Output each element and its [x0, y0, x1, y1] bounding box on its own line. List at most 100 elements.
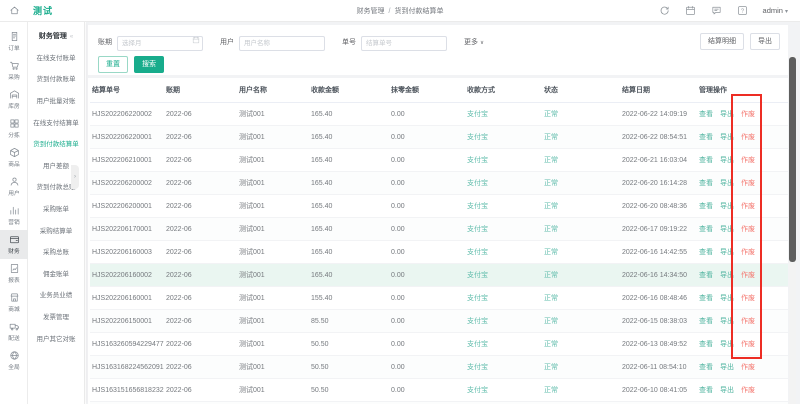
sidebar-item-3[interactable]: 在线支付结算单: [28, 111, 84, 133]
view-link[interactable]: 查看: [699, 203, 713, 210]
cell-amount: 165.40: [309, 149, 389, 172]
filter-input-period[interactable]: [117, 36, 203, 51]
export-link[interactable]: 导出: [720, 157, 734, 164]
rail-item-purchase[interactable]: 采购: [0, 56, 28, 85]
rail-item-mall[interactable]: 商城: [0, 288, 28, 317]
cell-rounding: 0.00: [389, 195, 465, 218]
refresh-icon[interactable]: [659, 5, 670, 16]
help-icon[interactable]: [737, 5, 748, 16]
view-link[interactable]: 查看: [699, 180, 713, 187]
sidebar-item-1[interactable]: 货到付款账单: [28, 68, 84, 90]
scrollbar-track[interactable]: [789, 55, 796, 404]
view-link[interactable]: 查看: [699, 226, 713, 233]
export-link[interactable]: 导出: [720, 226, 734, 233]
sidebar-item-9[interactable]: 采购总账: [28, 240, 84, 262]
void-link[interactable]: 作废: [741, 272, 755, 279]
view-link[interactable]: 查看: [699, 341, 713, 348]
sidebar-item-7[interactable]: 采购账单: [28, 197, 84, 219]
rail-item-finance[interactable]: 财务: [0, 230, 28, 259]
rail-item-delivery[interactable]: 配送: [0, 317, 28, 346]
sidebar-item-8[interactable]: 采购结算单: [28, 219, 84, 241]
view-link[interactable]: 查看: [699, 111, 713, 118]
report-icon: [9, 263, 20, 274]
void-link[interactable]: 作废: [741, 157, 755, 164]
void-link[interactable]: 作废: [741, 387, 755, 394]
view-link[interactable]: 查看: [699, 272, 713, 279]
settlement-table: 结算单号账期用户名称收款金额抹零金额收款方式状态结算日期管理操作 HJS2022…: [90, 78, 788, 404]
export-link[interactable]: 导出: [720, 272, 734, 279]
sidebar-item-4[interactable]: 货到付款结算单: [28, 132, 84, 154]
cell-period: 2022-06: [164, 379, 237, 402]
rail-item-warehouse[interactable]: 库房: [0, 85, 28, 114]
message-icon[interactable]: [711, 5, 722, 16]
rail-item-order[interactable]: 订单: [0, 27, 28, 56]
view-link[interactable]: 查看: [699, 364, 713, 371]
export-link[interactable]: 导出: [720, 111, 734, 118]
table-row: HJS2022062000012022-06测试001165.400.00支付宝…: [90, 195, 788, 218]
export-link[interactable]: 导出: [720, 295, 734, 302]
collapse-menu-icon[interactable]: «: [70, 34, 73, 40]
cell-actions: 查看导出作废: [697, 103, 788, 126]
scrollbar-thumb[interactable]: [789, 57, 796, 262]
export-link[interactable]: 导出: [720, 180, 734, 187]
void-link[interactable]: 作废: [741, 203, 755, 210]
view-link[interactable]: 查看: [699, 387, 713, 394]
void-link[interactable]: 作废: [741, 111, 755, 118]
export-link[interactable]: 导出: [720, 341, 734, 348]
reset-button[interactable]: 重置: [98, 56, 128, 73]
export-link[interactable]: 导出: [720, 364, 734, 371]
sidebar-item-10[interactable]: 佣金账单: [28, 262, 84, 284]
rail-item-report[interactable]: 报表: [0, 259, 28, 288]
export-link[interactable]: 导出: [720, 387, 734, 394]
cell-user: 测试001: [237, 241, 309, 264]
cell-actions: 查看导出作废: [697, 172, 788, 195]
search-button[interactable]: 搜索: [134, 56, 164, 73]
void-link[interactable]: 作废: [741, 180, 755, 187]
breadcrumb-section[interactable]: 财务管理: [357, 8, 385, 15]
view-link[interactable]: 查看: [699, 249, 713, 256]
void-link[interactable]: 作废: [741, 226, 755, 233]
rail-item-global[interactable]: 全局: [0, 346, 28, 375]
void-link[interactable]: 作废: [741, 364, 755, 371]
cell-id: HJS163151656818232...: [90, 379, 164, 402]
cell-method: 支付宝: [465, 333, 542, 356]
export-link[interactable]: 导出: [720, 249, 734, 256]
export-link[interactable]: 导出: [720, 134, 734, 141]
cell-date: 2022-06-21 16:03:04: [620, 149, 697, 172]
sidebar-item-11[interactable]: 业务员业绩: [28, 284, 84, 306]
user-menu[interactable]: admin▾: [763, 6, 788, 15]
cell-method: 支付宝: [465, 126, 542, 149]
sidebar-item-0[interactable]: 在线支付账单: [28, 46, 84, 68]
void-link[interactable]: 作废: [741, 295, 755, 302]
sidebar-item-13[interactable]: 用户其它对账: [28, 327, 84, 349]
export-button[interactable]: 导出: [750, 33, 780, 50]
cell-status: 正常: [542, 333, 620, 356]
view-link[interactable]: 查看: [699, 157, 713, 164]
filter-input-order_no[interactable]: [361, 36, 447, 51]
rail-item-goods[interactable]: 商品: [0, 143, 28, 172]
export-link[interactable]: 导出: [720, 203, 734, 210]
cell-status: 正常: [542, 241, 620, 264]
view-link[interactable]: 查看: [699, 318, 713, 325]
rail-item-marketing[interactable]: 营销: [0, 201, 28, 230]
cell-status: 正常: [542, 310, 620, 333]
calendar-icon[interactable]: [685, 5, 696, 16]
void-link[interactable]: 作废: [741, 134, 755, 141]
user-icon: [9, 176, 20, 187]
rail-item-user[interactable]: 用户: [0, 172, 28, 201]
settle-detail-button[interactable]: 结算明细: [700, 33, 744, 50]
void-link[interactable]: 作废: [741, 249, 755, 256]
sidebar-collapse-handle[interactable]: ›: [71, 165, 79, 189]
void-link[interactable]: 作废: [741, 341, 755, 348]
void-link[interactable]: 作废: [741, 318, 755, 325]
export-link[interactable]: 导出: [720, 318, 734, 325]
cell-user: 测试001: [237, 195, 309, 218]
filter-input-user[interactable]: [239, 36, 325, 51]
view-link[interactable]: 查看: [699, 134, 713, 141]
rail-item-sorting[interactable]: 分拣: [0, 114, 28, 143]
cell-id: HJS202206200002: [90, 172, 164, 195]
view-link[interactable]: 查看: [699, 295, 713, 302]
sidebar-item-12[interactable]: 发票管理: [28, 305, 84, 327]
sidebar-item-2[interactable]: 用户批量对账: [28, 89, 84, 111]
more-filters-button[interactable]: 更多 ∨: [464, 37, 484, 47]
